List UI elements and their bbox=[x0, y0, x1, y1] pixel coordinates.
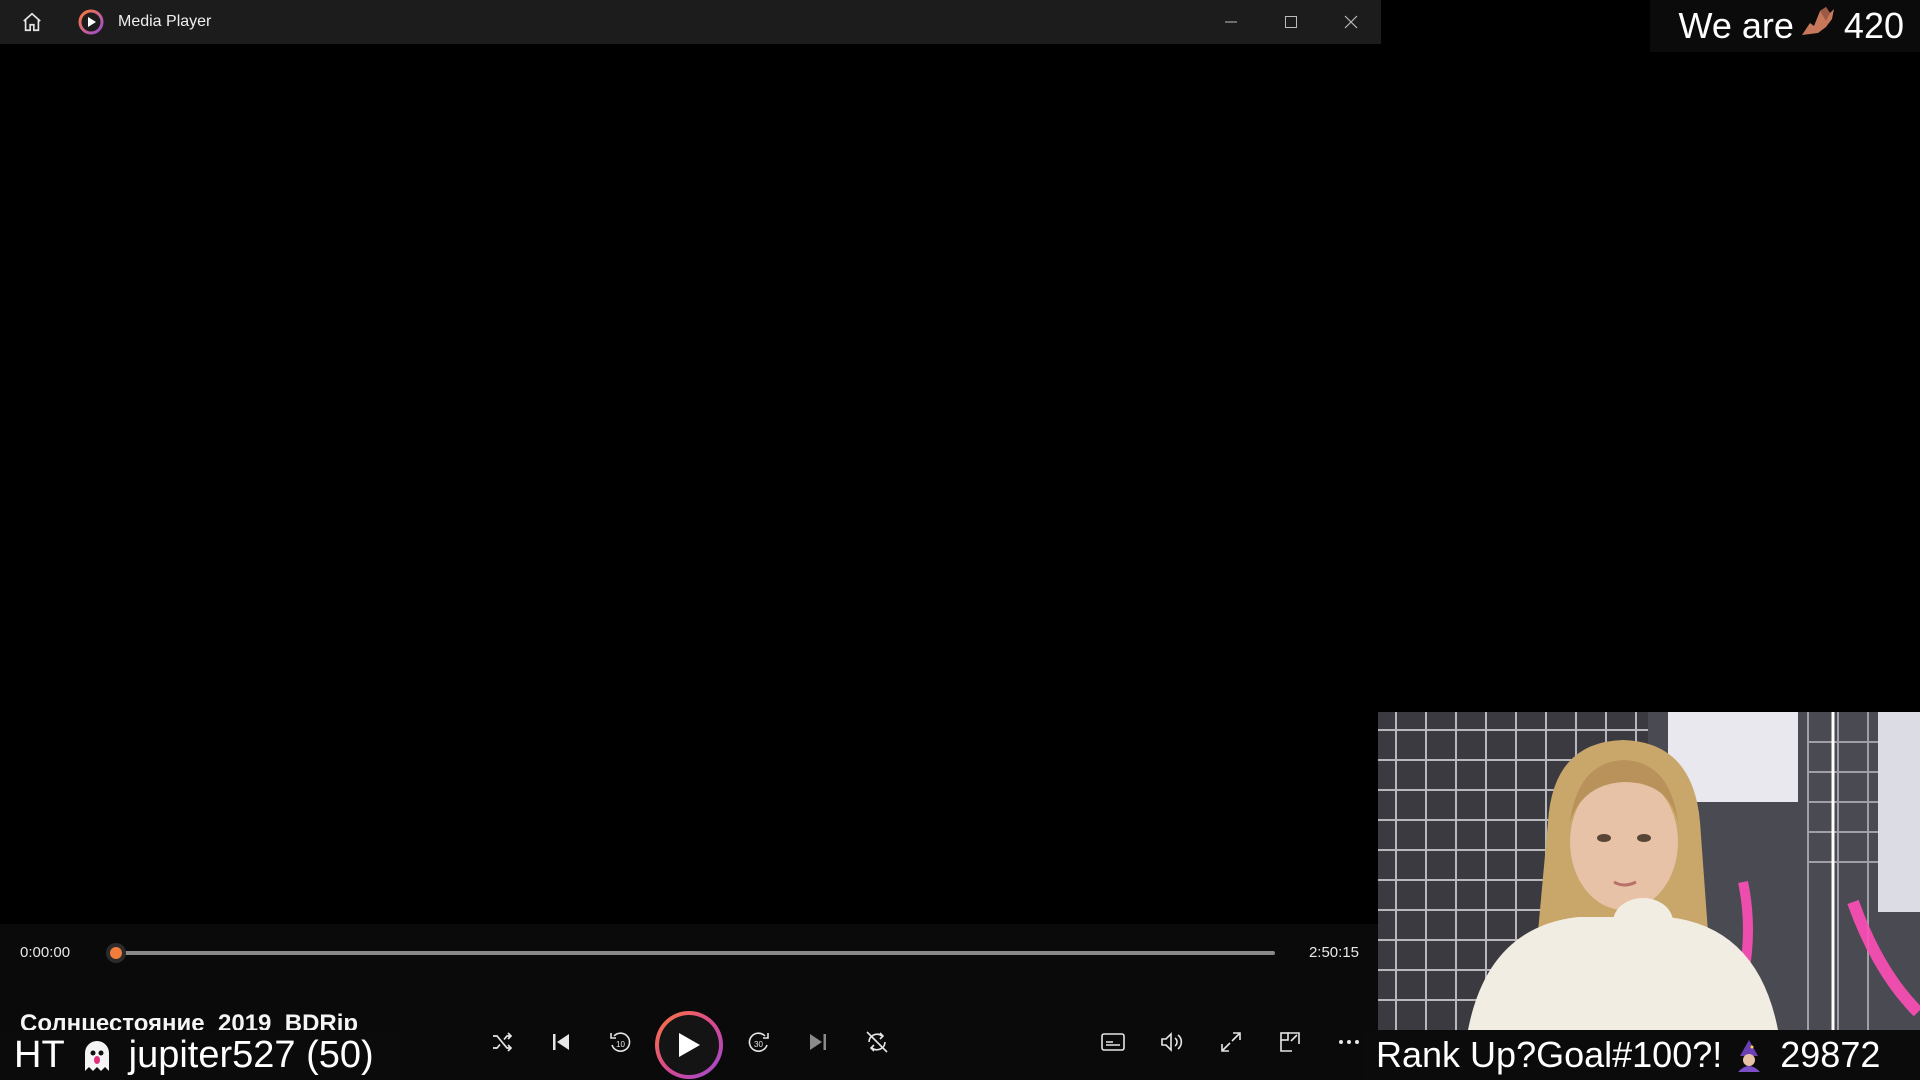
volume-button[interactable] bbox=[1150, 1020, 1194, 1064]
community-count-badge: We are 420 bbox=[1650, 0, 1920, 52]
wizard-icon bbox=[1734, 1038, 1764, 1072]
bat-icon bbox=[1800, 5, 1838, 48]
fullscreen-icon bbox=[1221, 1032, 1241, 1052]
close-button[interactable] bbox=[1321, 0, 1381, 44]
seek-thumb[interactable] bbox=[106, 943, 126, 963]
previous-icon bbox=[553, 1034, 569, 1050]
fullscreen-button[interactable] bbox=[1209, 1020, 1253, 1064]
title-bar: Media Player bbox=[0, 0, 1381, 44]
badge-count: 420 bbox=[1843, 5, 1904, 46]
current-time: 0:00:00 bbox=[20, 944, 71, 961]
rewind-10-icon: 10 bbox=[610, 1032, 631, 1052]
rewind-10-button[interactable]: 10 bbox=[598, 1020, 642, 1064]
repeat-off-icon bbox=[866, 1031, 888, 1053]
media-player-window: Media Player 0:00:00 2:50:15 Солнцестоян… bbox=[0, 0, 1381, 1080]
play-icon bbox=[679, 1033, 700, 1057]
miniplayer-icon bbox=[1280, 1032, 1300, 1052]
shuffle-icon bbox=[493, 1032, 513, 1052]
next-button[interactable] bbox=[796, 1020, 840, 1064]
home-button[interactable] bbox=[10, 0, 54, 44]
volume-icon bbox=[1161, 1032, 1183, 1052]
forward-30-icon: 30 bbox=[748, 1032, 769, 1052]
follower-name: jupiter527 (50) bbox=[128, 1033, 374, 1076]
ghost-icon bbox=[79, 1037, 115, 1073]
miniplayer-button[interactable] bbox=[1268, 1020, 1312, 1064]
goal-text: Rank Up?Goal#100?! bbox=[1376, 1034, 1723, 1075]
forward-30-button[interactable]: 30 bbox=[737, 1020, 781, 1064]
overlay-prefix: НТ bbox=[14, 1033, 65, 1076]
svg-text:30: 30 bbox=[754, 1040, 763, 1049]
total-time: 2:50:15 bbox=[1308, 944, 1359, 961]
subtitles-button[interactable] bbox=[1091, 1020, 1135, 1064]
svg-text:10: 10 bbox=[616, 1040, 625, 1049]
recent-follower-overlay: НТ jupiter527 (50) bbox=[0, 1030, 400, 1080]
play-circle-icon bbox=[78, 9, 104, 35]
previous-button[interactable] bbox=[539, 1020, 583, 1064]
seek-bar[interactable] bbox=[117, 951, 1275, 955]
minimize-button[interactable] bbox=[1201, 0, 1261, 44]
close-icon bbox=[1344, 15, 1358, 29]
home-icon bbox=[23, 12, 41, 32]
window-title: Media Player bbox=[118, 13, 212, 30]
maximize-icon bbox=[1285, 16, 1297, 28]
goal-count: 29872 bbox=[1780, 1034, 1881, 1075]
play-button[interactable] bbox=[655, 1011, 723, 1079]
subtitles-icon bbox=[1101, 1033, 1125, 1051]
maximize-button[interactable] bbox=[1261, 0, 1321, 44]
minimize-icon bbox=[1225, 21, 1237, 23]
repeat-button[interactable] bbox=[855, 1020, 899, 1064]
webcam-feed bbox=[1378, 712, 1920, 1030]
more-icon bbox=[1339, 1040, 1359, 1044]
shuffle-button[interactable] bbox=[480, 1020, 524, 1064]
badge-prefix: We are bbox=[1678, 5, 1794, 46]
video-area[interactable] bbox=[0, 44, 1381, 924]
goal-overlay: Rank Up?Goal#100?! 29872 bbox=[1362, 1030, 1920, 1080]
next-icon bbox=[810, 1034, 826, 1050]
